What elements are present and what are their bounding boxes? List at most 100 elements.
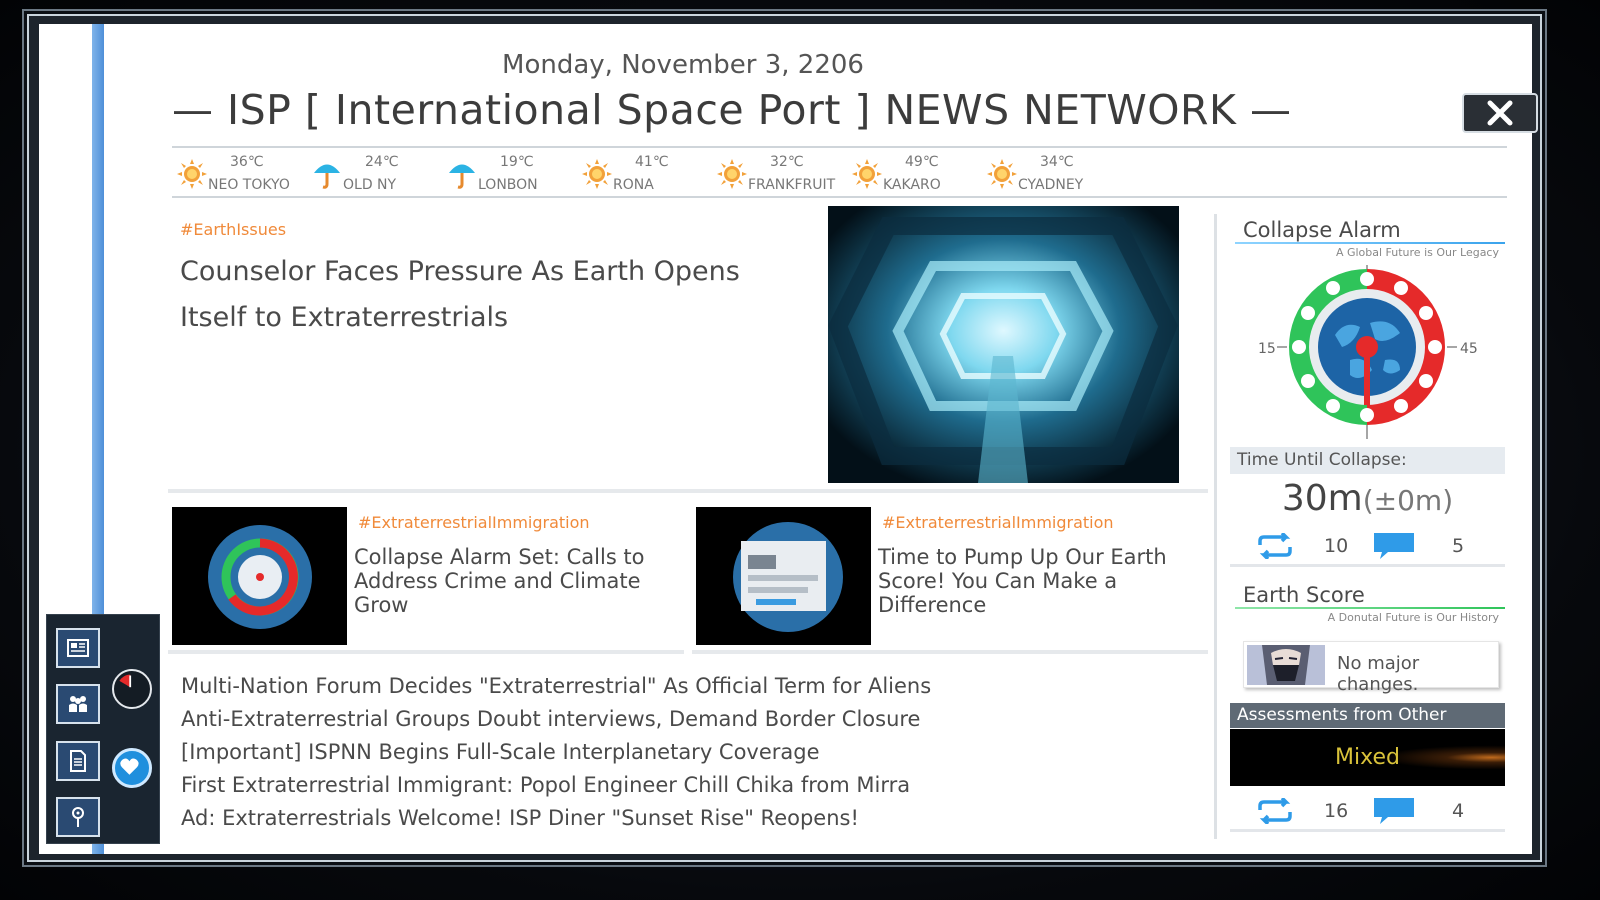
weather-temp: 24℃	[365, 154, 399, 170]
title-underline	[1235, 242, 1505, 244]
favorites-button[interactable]	[112, 748, 152, 788]
weather-item: 24℃ OLD NY	[307, 148, 437, 196]
weather-temp: 36℃	[230, 154, 264, 170]
title-underline	[1235, 607, 1505, 609]
clock-icon	[119, 674, 132, 688]
sun-icon	[582, 159, 612, 189]
comment-count: 5	[1452, 535, 1465, 557]
weather-city: LONBON	[478, 177, 538, 193]
assessments-label: Assessments from Other Planets	[1230, 703, 1505, 750]
weather-city: NEO TOKYO	[208, 177, 290, 193]
clock-button[interactable]	[112, 669, 152, 709]
weather-city: CYADNEY	[1018, 177, 1084, 193]
earth-score-title: Earth Score	[1243, 583, 1365, 607]
earth-score-subtitle: A Donutal Future is Our History	[1327, 611, 1499, 624]
time-value: 30m	[1281, 478, 1363, 519]
sun-icon	[852, 159, 882, 189]
story-card-headline[interactable]: Collapse Alarm Set: Calls to Address Cri…	[354, 545, 654, 617]
weather-temp: 19℃	[500, 154, 534, 170]
gauge-right-label: 45	[1460, 341, 1478, 357]
news-list-item[interactable]: Ad: Extraterrestrials Welcome! ISP Diner…	[181, 804, 1181, 837]
app-dock	[46, 614, 160, 844]
news-list: Multi-Nation Forum Decides "Extraterrest…	[181, 672, 1181, 837]
earth-score-stats: 16 4	[1230, 792, 1505, 832]
news-list-item[interactable]: Multi-Nation Forum Decides "Extraterrest…	[181, 672, 1181, 705]
heart-icon	[120, 758, 139, 775]
weather-city: FRANKFRUIT	[748, 177, 836, 193]
umbrella-icon	[449, 164, 475, 189]
main-story[interactable]: #EarthIssues Counselor Faces Pressure As…	[180, 220, 800, 341]
news-app-button[interactable]	[56, 628, 100, 668]
section-divider	[168, 489, 1208, 493]
earth-screen-thumbnail	[696, 507, 871, 645]
gauge-left-label: 15	[1258, 341, 1276, 357]
section-divider	[692, 650, 1208, 654]
time-until-collapse-value: 30m(±0m)	[1230, 478, 1505, 519]
map-pin-icon	[72, 807, 84, 827]
weather-item: 34℃ CYADNEY	[982, 148, 1112, 196]
story-card[interactable]: #ExtraterrestrialImmigration Collapse Al…	[172, 507, 682, 647]
repost-count: 16	[1324, 800, 1349, 822]
time-until-collapse-label: Time Until Collapse:	[1230, 447, 1505, 474]
story-card-image	[696, 507, 871, 645]
close-button[interactable]	[1462, 93, 1538, 133]
news-list-item[interactable]: [Important] ISPNN Begins Full-Scale Inte…	[181, 738, 1181, 771]
story-card-tag[interactable]: #ExtraterrestrialImmigration	[358, 513, 590, 532]
umbrella-icon	[314, 164, 340, 189]
weather-item: 41℃ RONA	[577, 148, 707, 196]
newspaper-icon	[67, 639, 89, 657]
news-list-item[interactable]: Anti-Extraterrestrial Groups Doubt inter…	[181, 705, 1181, 738]
weather-city: OLD NY	[343, 177, 397, 193]
page-title: — ISP [ International Space Port ] NEWS …	[172, 86, 1292, 134]
earth-score-panel: Earth Score A Donutal Future is Our Hist…	[1230, 583, 1505, 624]
earth-score-status: No major changes.	[1337, 653, 1420, 695]
repost-count: 10	[1324, 535, 1349, 557]
documents-app-button[interactable]	[56, 741, 100, 781]
collapse-alarm-stats: 10 5	[1230, 527, 1505, 567]
story-card-headline[interactable]: Time to Pump Up Our Earth Score! You Can…	[878, 545, 1178, 617]
repost-icon[interactable]	[1255, 533, 1295, 559]
weather-item: 36℃ NEO TOKYO	[172, 148, 302, 196]
tunnel-image	[828, 206, 1179, 483]
close-icon	[1487, 100, 1513, 126]
main-story-headline[interactable]: Counselor Faces Pressure As Earth Opens …	[180, 249, 800, 341]
main-story-image[interactable]	[828, 206, 1179, 483]
weather-city: KAKARO	[883, 177, 941, 193]
page-date: Monday, November 3, 2206	[502, 50, 864, 80]
comment-icon[interactable]	[1374, 533, 1414, 559]
story-card-tag[interactable]: #ExtraterrestrialImmigration	[882, 513, 1114, 532]
earth-gauge-thumbnail	[172, 507, 347, 645]
repost-icon[interactable]	[1255, 798, 1295, 824]
sun-icon	[987, 159, 1017, 189]
main-story-tag[interactable]: #EarthIssues	[180, 220, 800, 239]
time-delta: (±0m)	[1362, 484, 1454, 517]
gauge-dial: 15 45	[1258, 265, 1478, 439]
collapse-alarm-subtitle: A Global Future is Our Legacy	[1335, 246, 1499, 259]
news-list-item[interactable]: First Extraterrestrial Immigrant: Popol …	[181, 771, 1181, 804]
collapse-alarm-gauge: 15 45	[1250, 265, 1490, 440]
people-icon	[69, 696, 87, 712]
people-app-button[interactable]	[56, 684, 100, 724]
comment-count: 4	[1452, 800, 1465, 822]
weather-bar: 36℃ NEO TOKYO 24℃ OLD NY 19℃ LONBON 41℃ …	[172, 146, 1507, 198]
story-card[interactable]: #ExtraterrestrialImmigration Time to Pum…	[696, 507, 1206, 647]
collapse-alarm-panel: Collapse Alarm A Global Future is Our Le…	[1230, 218, 1505, 259]
sun-icon	[717, 159, 747, 189]
weather-item: 32℃ FRANKFRUIT	[712, 148, 842, 196]
avatar	[1247, 645, 1325, 685]
story-card-image	[172, 507, 347, 645]
assessments-value: Mixed	[1230, 729, 1505, 786]
weather-temp: 41℃	[635, 154, 669, 170]
masked-face-avatar	[1247, 645, 1325, 685]
map-app-button[interactable]	[56, 797, 100, 837]
weather-temp: 34℃	[1040, 154, 1074, 170]
weather-item: 19℃ LONBON	[442, 148, 572, 196]
weather-temp: 32℃	[770, 154, 804, 170]
weather-temp: 49℃	[905, 154, 939, 170]
column-divider	[1214, 214, 1217, 839]
comment-icon[interactable]	[1374, 798, 1414, 824]
section-divider	[168, 650, 684, 654]
sun-icon	[177, 159, 207, 189]
earth-score-status-box: No major changes.	[1243, 641, 1499, 695]
collapse-alarm-title: Collapse Alarm	[1243, 218, 1401, 242]
